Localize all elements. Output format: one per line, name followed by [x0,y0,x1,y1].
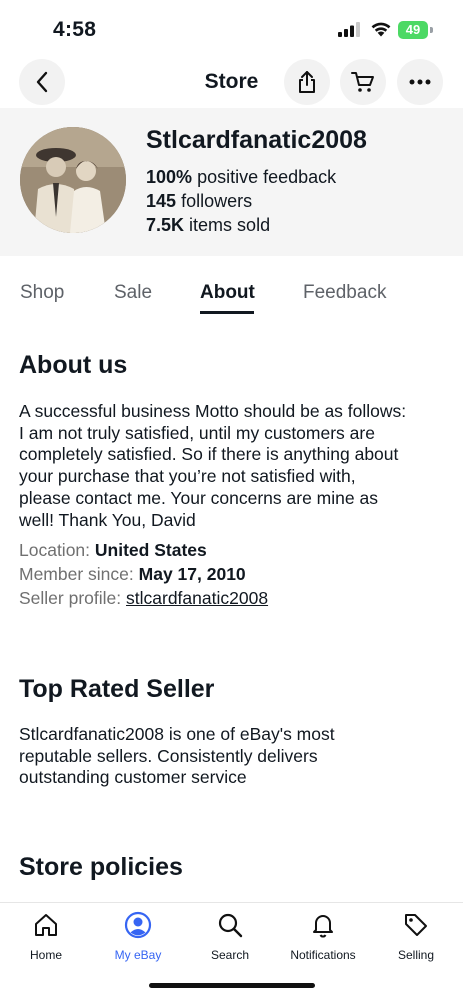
seller-profile-row: Seller profile: stlcardfanatic2008 [19,588,268,609]
active-tab-indicator [200,311,254,314]
bottom-nav-home[interactable]: Home [0,911,92,962]
tab-feedback[interactable]: Feedback [303,282,386,304]
store-name: Stlcardfanatic2008 [146,126,367,154]
bottom-nav-label: My eBay [114,948,162,962]
items-sold-value: 7.5K [146,215,185,235]
search-icon [218,913,243,938]
followers-stat[interactable]: 145 followers [146,191,252,212]
more-options-button[interactable] [397,59,443,105]
bottom-nav-my-ebay[interactable]: My eBay [92,911,184,962]
bottom-nav-notifications[interactable]: Notifications [277,911,369,962]
about-line: please contact me. Your concerns are min… [19,487,378,508]
member-since-label: Member since: [19,564,134,584]
tag-icon [405,914,427,936]
battery-level: 49 [405,22,421,37]
about-line: completely satisfied. So if there is any… [19,444,399,465]
status-bar: 4:58 49 [0,0,463,56]
account-icon [124,911,152,939]
bottom-nav-label: Search [210,948,250,962]
cart-button[interactable] [340,59,386,105]
page-title: Store [204,70,259,93]
wifi-icon [371,22,391,37]
nav-bar: Store [0,56,463,108]
feedback-stat: 100% positive feedback [146,167,336,188]
more-horizontal-icon [409,79,431,85]
tab-about[interactable]: About [200,282,255,304]
top-rated-description: Stlcardfanatic2008 is one of eBay's most… [19,724,449,789]
bottom-nav-label: Notifications [290,948,356,962]
about-line: your purchase that you’re not satisfied … [19,466,356,487]
feedback-label: positive feedback [197,167,337,187]
top-rated-line: Stlcardfanatic2008 is one of eBay's most [19,724,335,744]
location-value: United States [94,540,207,560]
member-since-row: Member since: May 17, 2010 [19,564,246,585]
store-header: Stlcardfanatic2008 100% positive feedbac… [0,108,463,256]
followers-value: 145 [146,191,177,211]
about-heading: About us [19,351,128,379]
bell-icon [313,915,333,938]
bottom-nav-selling[interactable]: Selling [370,911,462,962]
items-sold-label: items sold [189,215,271,235]
share-icon [299,71,315,93]
location-label: Location: [19,540,91,560]
store-policies-heading: Store policies [19,853,183,881]
battery-tip [430,27,433,33]
battery-indicator: 49 [398,21,428,39]
seller-profile-link[interactable]: stlcardfanatic2008 [126,588,268,608]
about-line: A successful business Motto should be as… [19,401,407,421]
top-rated-heading: Top Rated Seller [19,675,215,703]
tab-shop[interactable]: Shop [20,282,64,304]
bottom-nav-label: Home [29,948,62,962]
top-rated-line: outstanding customer service [19,767,247,788]
followers-label: followers [181,191,253,211]
location-row: Location: United States [19,540,207,561]
status-time: 4:58 [53,18,97,41]
about-line: well! Thank You, David [19,509,196,530]
about-line: I am not truly satisfied, until my custo… [19,422,375,443]
bottom-nav-label: Selling [397,948,435,962]
avatar-photo [20,127,126,233]
member-since-value: May 17, 2010 [138,564,246,584]
home-icon [35,914,57,936]
tab-sale[interactable]: Sale [114,282,152,304]
cellular-signal-icon [338,22,360,37]
home-indicator [149,983,315,988]
about-description: A successful business Motto should be as… [19,401,449,531]
cart-icon [351,72,374,92]
items-sold-stat: 7.5K items sold [146,215,270,236]
bottom-nav-search[interactable]: Search [184,911,276,962]
top-rated-line: reputable sellers. Consistently delivers [19,745,318,766]
share-button[interactable] [284,59,330,105]
store-avatar[interactable] [20,127,126,233]
feedback-value: 100% [146,167,193,187]
store-tabs: Shop Sale About Feedback [0,270,463,316]
seller-profile-label: Seller profile: [19,588,122,608]
